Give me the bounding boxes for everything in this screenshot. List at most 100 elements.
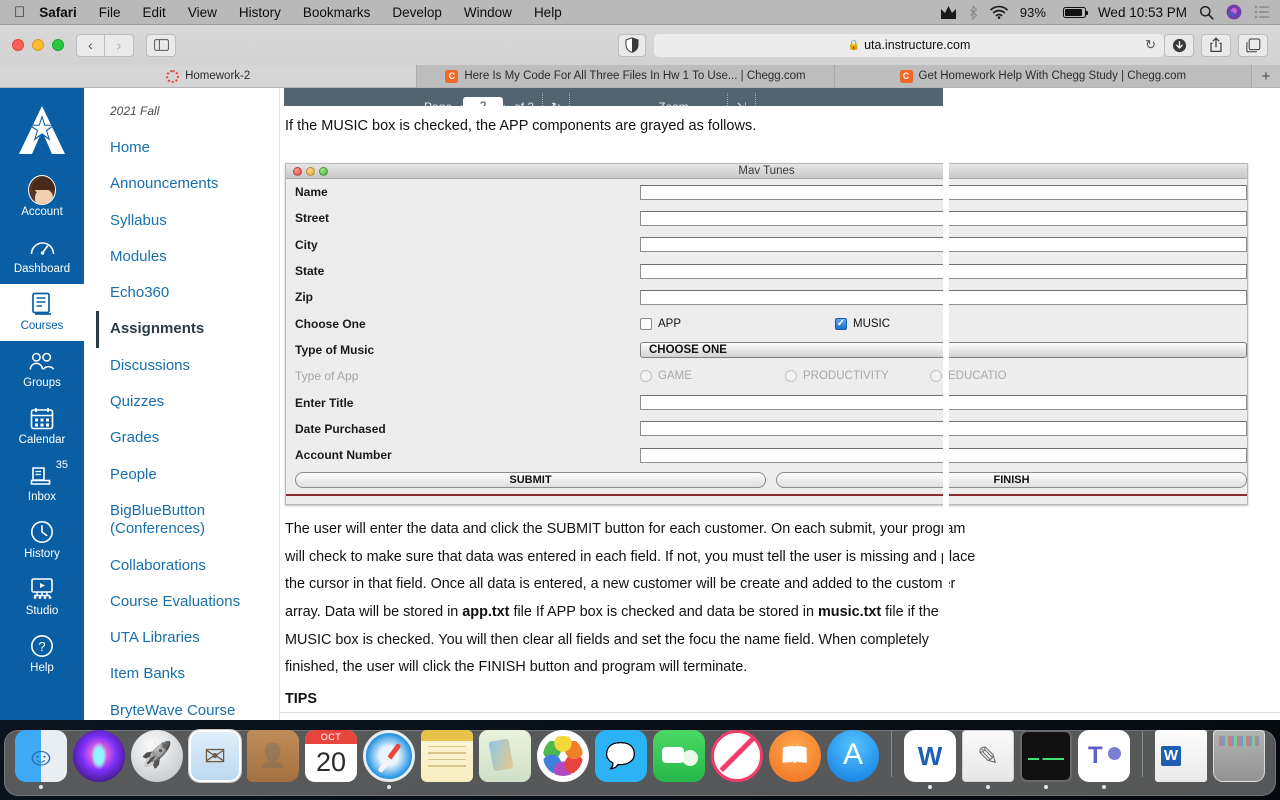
tips-heading: TIPS (285, 691, 317, 707)
finish-button[interactable]: FINISH (776, 472, 1247, 489)
gnav-item-groups[interactable]: Groups (0, 341, 84, 398)
gnav-item-dashboard[interactable]: Dashboard (0, 227, 84, 284)
dock-item-calendar[interactable]: OCT 20 (305, 730, 357, 789)
app-checkbox[interactable] (640, 317, 652, 330)
gnav-item-inbox[interactable]: 35 Inbox (0, 455, 84, 512)
menu-item-bookmarks[interactable]: Bookmarks (292, 5, 382, 20)
chegg-favicon: C (899, 69, 913, 83)
course-nav-grades[interactable]: Grades (96, 420, 279, 456)
game-radio (640, 370, 652, 383)
dock-item-mail[interactable] (189, 730, 241, 789)
course-nav-people[interactable]: People (96, 457, 279, 493)
svg-text:?: ? (38, 639, 45, 654)
menu-item-safari[interactable]: Safari (37, 5, 88, 20)
downloads-button[interactable] (1164, 33, 1194, 57)
menu-item-develop[interactable]: Develop (381, 5, 453, 20)
menu-item-view[interactable]: View (177, 5, 228, 20)
gnav-item-courses[interactable]: Courses (0, 284, 84, 341)
wifi-icon[interactable] (990, 5, 1008, 19)
course-nav-syllabus[interactable]: Syllabus (96, 203, 279, 239)
new-tab-button[interactable]: + (1251, 65, 1280, 87)
dock-item-siri[interactable] (73, 730, 125, 789)
menubar-clock[interactable]: Wed 10:53 PM (1098, 5, 1187, 20)
music-checkbox-group[interactable]: ✓ MUSIC (835, 317, 1030, 330)
siri-icon[interactable] (1226, 4, 1242, 20)
dock-item-facetime[interactable] (653, 730, 705, 789)
apple-icon[interactable]:  (0, 5, 37, 20)
gnav-item-account[interactable]: Account (0, 170, 84, 227)
dock-item-books[interactable] (769, 730, 821, 789)
dock-item-textedit[interactable] (962, 730, 1014, 789)
dock-item-news[interactable] (711, 730, 763, 789)
menu-item-file[interactable]: File (88, 5, 132, 20)
menu-item-history[interactable]: History (228, 5, 292, 20)
fullscreen-window-button[interactable] (52, 39, 64, 51)
dock-item-maps[interactable] (479, 730, 531, 789)
mav-tunes-figure: Mav Tunes Name Street City State Zip Cho… (285, 163, 1248, 506)
forward-button[interactable]: › (105, 33, 134, 57)
dock-item-contacts[interactable] (247, 730, 299, 789)
mav-field-row-choose-one: Choose One APP ✓ MUSIC (286, 310, 1247, 336)
dock-item-notes[interactable] (421, 730, 473, 789)
tab-chegg-study[interactable]: C Get Homework Help With Chegg Study | C… (834, 65, 1252, 87)
course-nav-modules[interactable]: Modules (96, 239, 279, 275)
mav-tunes-title: Mav Tunes (738, 165, 795, 177)
privacy-shield-icon[interactable] (618, 33, 646, 57)
dock-item-app-store[interactable] (827, 730, 879, 789)
gnav-item-history[interactable]: History (0, 512, 84, 569)
battery-icon[interactable] (1058, 6, 1089, 18)
tab-homework-2[interactable]: Homework-2 (0, 65, 418, 87)
dock-item-microsoft-word[interactable] (904, 730, 956, 789)
course-nav-announcements[interactable]: Announcements (96, 166, 279, 202)
pdf-clip-mask (943, 88, 949, 720)
course-nav-item-banks[interactable]: Item Banks (96, 656, 279, 692)
malwarebytes-icon[interactable] (940, 5, 957, 20)
close-window-button[interactable] (12, 39, 24, 51)
bluetooth-icon[interactable] (969, 5, 978, 20)
menu-item-edit[interactable]: Edit (132, 5, 177, 20)
submit-button[interactable]: SUBMIT (295, 472, 766, 489)
back-button[interactable]: ‹ (76, 33, 105, 57)
menu-item-window[interactable]: Window (453, 5, 523, 20)
tab-chegg-code[interactable]: C Here Is My Code For All Three Files In… (417, 65, 835, 87)
menu-item-help[interactable]: Help (523, 5, 573, 20)
dock-item-finder[interactable] (15, 730, 67, 789)
tab-overview-button[interactable] (1238, 33, 1268, 57)
course-nav-echo360[interactable]: Echo360 (96, 275, 279, 311)
tab-title: Homework-2 (185, 70, 251, 82)
dock-item-safari[interactable] (363, 730, 415, 789)
dock-item-word-document-file[interactable] (1155, 730, 1207, 789)
course-nav-course-evaluations[interactable]: Course Evaluations (96, 584, 279, 620)
course-nav-collaborations[interactable]: Collaborations (96, 548, 279, 584)
reload-icon[interactable]: ↻ (1145, 37, 1156, 53)
gnav-label: Courses (20, 320, 64, 332)
search-icon[interactable] (1199, 5, 1214, 20)
control-center-icon[interactable] (1254, 5, 1270, 19)
course-nav-home[interactable]: Home (96, 130, 279, 166)
minimize-window-button[interactable] (32, 39, 44, 51)
app-checkbox-group[interactable]: APP (640, 317, 835, 330)
mav-tunes-buttons: SUBMIT FINISH (286, 468, 1247, 494)
dock-item-trash[interactable] (1213, 730, 1265, 789)
mav-field-row-state: State (286, 258, 1247, 284)
dock-item-microsoft-teams[interactable] (1078, 730, 1130, 789)
course-nav-uta-libraries[interactable]: UTA Libraries (96, 620, 279, 656)
share-button[interactable] (1201, 33, 1231, 57)
course-nav-discussions[interactable]: Discussions (96, 348, 279, 384)
course-nav-quizzes[interactable]: Quizzes (96, 384, 279, 420)
dock-item-messages[interactable] (595, 730, 647, 789)
dock-item-photos[interactable] (537, 730, 589, 789)
gnav-item-help[interactable]: ? Help (0, 626, 84, 683)
gnav-item-calendar[interactable]: Calendar (0, 398, 84, 455)
course-nav-bigbluebutton[interactable]: BigBlueButton (Conferences) (96, 493, 279, 548)
course-nav-assignments[interactable]: Assignments (96, 311, 279, 348)
address-bar[interactable]: 🔒 uta.instructure.com ↻ (654, 33, 1164, 57)
sidebar-toggle-button[interactable] (146, 33, 176, 57)
dock-item-activity-monitor[interactable] (1020, 730, 1072, 789)
music-checkbox[interactable]: ✓ (835, 317, 847, 330)
pdf-page-input[interactable]: 2 (463, 97, 504, 106)
uta-a-star-logo[interactable] (0, 98, 84, 170)
gnav-item-studio[interactable]: Studio (0, 569, 84, 626)
course-nav-brytewave-course[interactable]: BryteWave Course (96, 693, 279, 720)
dock-item-launchpad[interactable] (131, 730, 183, 789)
